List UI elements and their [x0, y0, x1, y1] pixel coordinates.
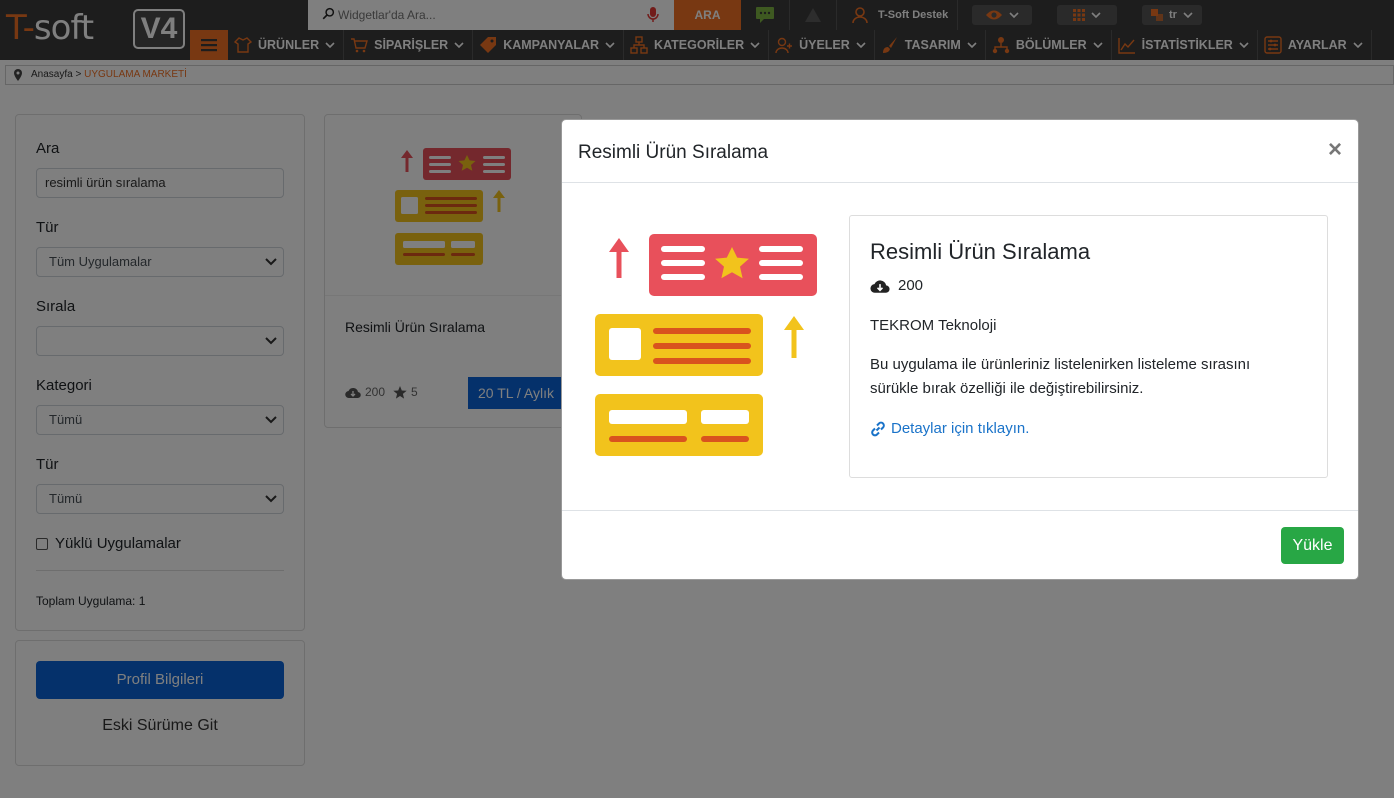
details-link[interactable]: Detaylar için tıklayın. — [870, 420, 1029, 437]
app-name: Resimli Ürün Sıralama — [870, 239, 1091, 264]
modal-title: Resimli Ürün Sıralama — [578, 142, 769, 163]
app-detail-image — [595, 234, 817, 456]
install-button[interactable]: Yükle — [1281, 527, 1344, 564]
modal-header: Resimli Ürün Sıralama × — [562, 120, 1358, 183]
app-info-panel: Resimli Ürün Sıralama 200 TEKROM Teknolo… — [849, 215, 1328, 478]
modal-footer-divider — [562, 510, 1358, 511]
app-description: Bu uygulama ile ürünleriniz listelenirke… — [870, 356, 1251, 397]
cloud-download-icon — [870, 279, 890, 293]
link-icon — [871, 421, 885, 436]
app-downloads: 200 — [870, 277, 923, 294]
app-developer: TEKROM Teknoloji — [870, 317, 997, 334]
app-detail-modal: Resimli Ürün Sıralama × Resimli Ürün Sır… — [561, 119, 1359, 580]
close-button[interactable]: × — [1328, 138, 1342, 162]
